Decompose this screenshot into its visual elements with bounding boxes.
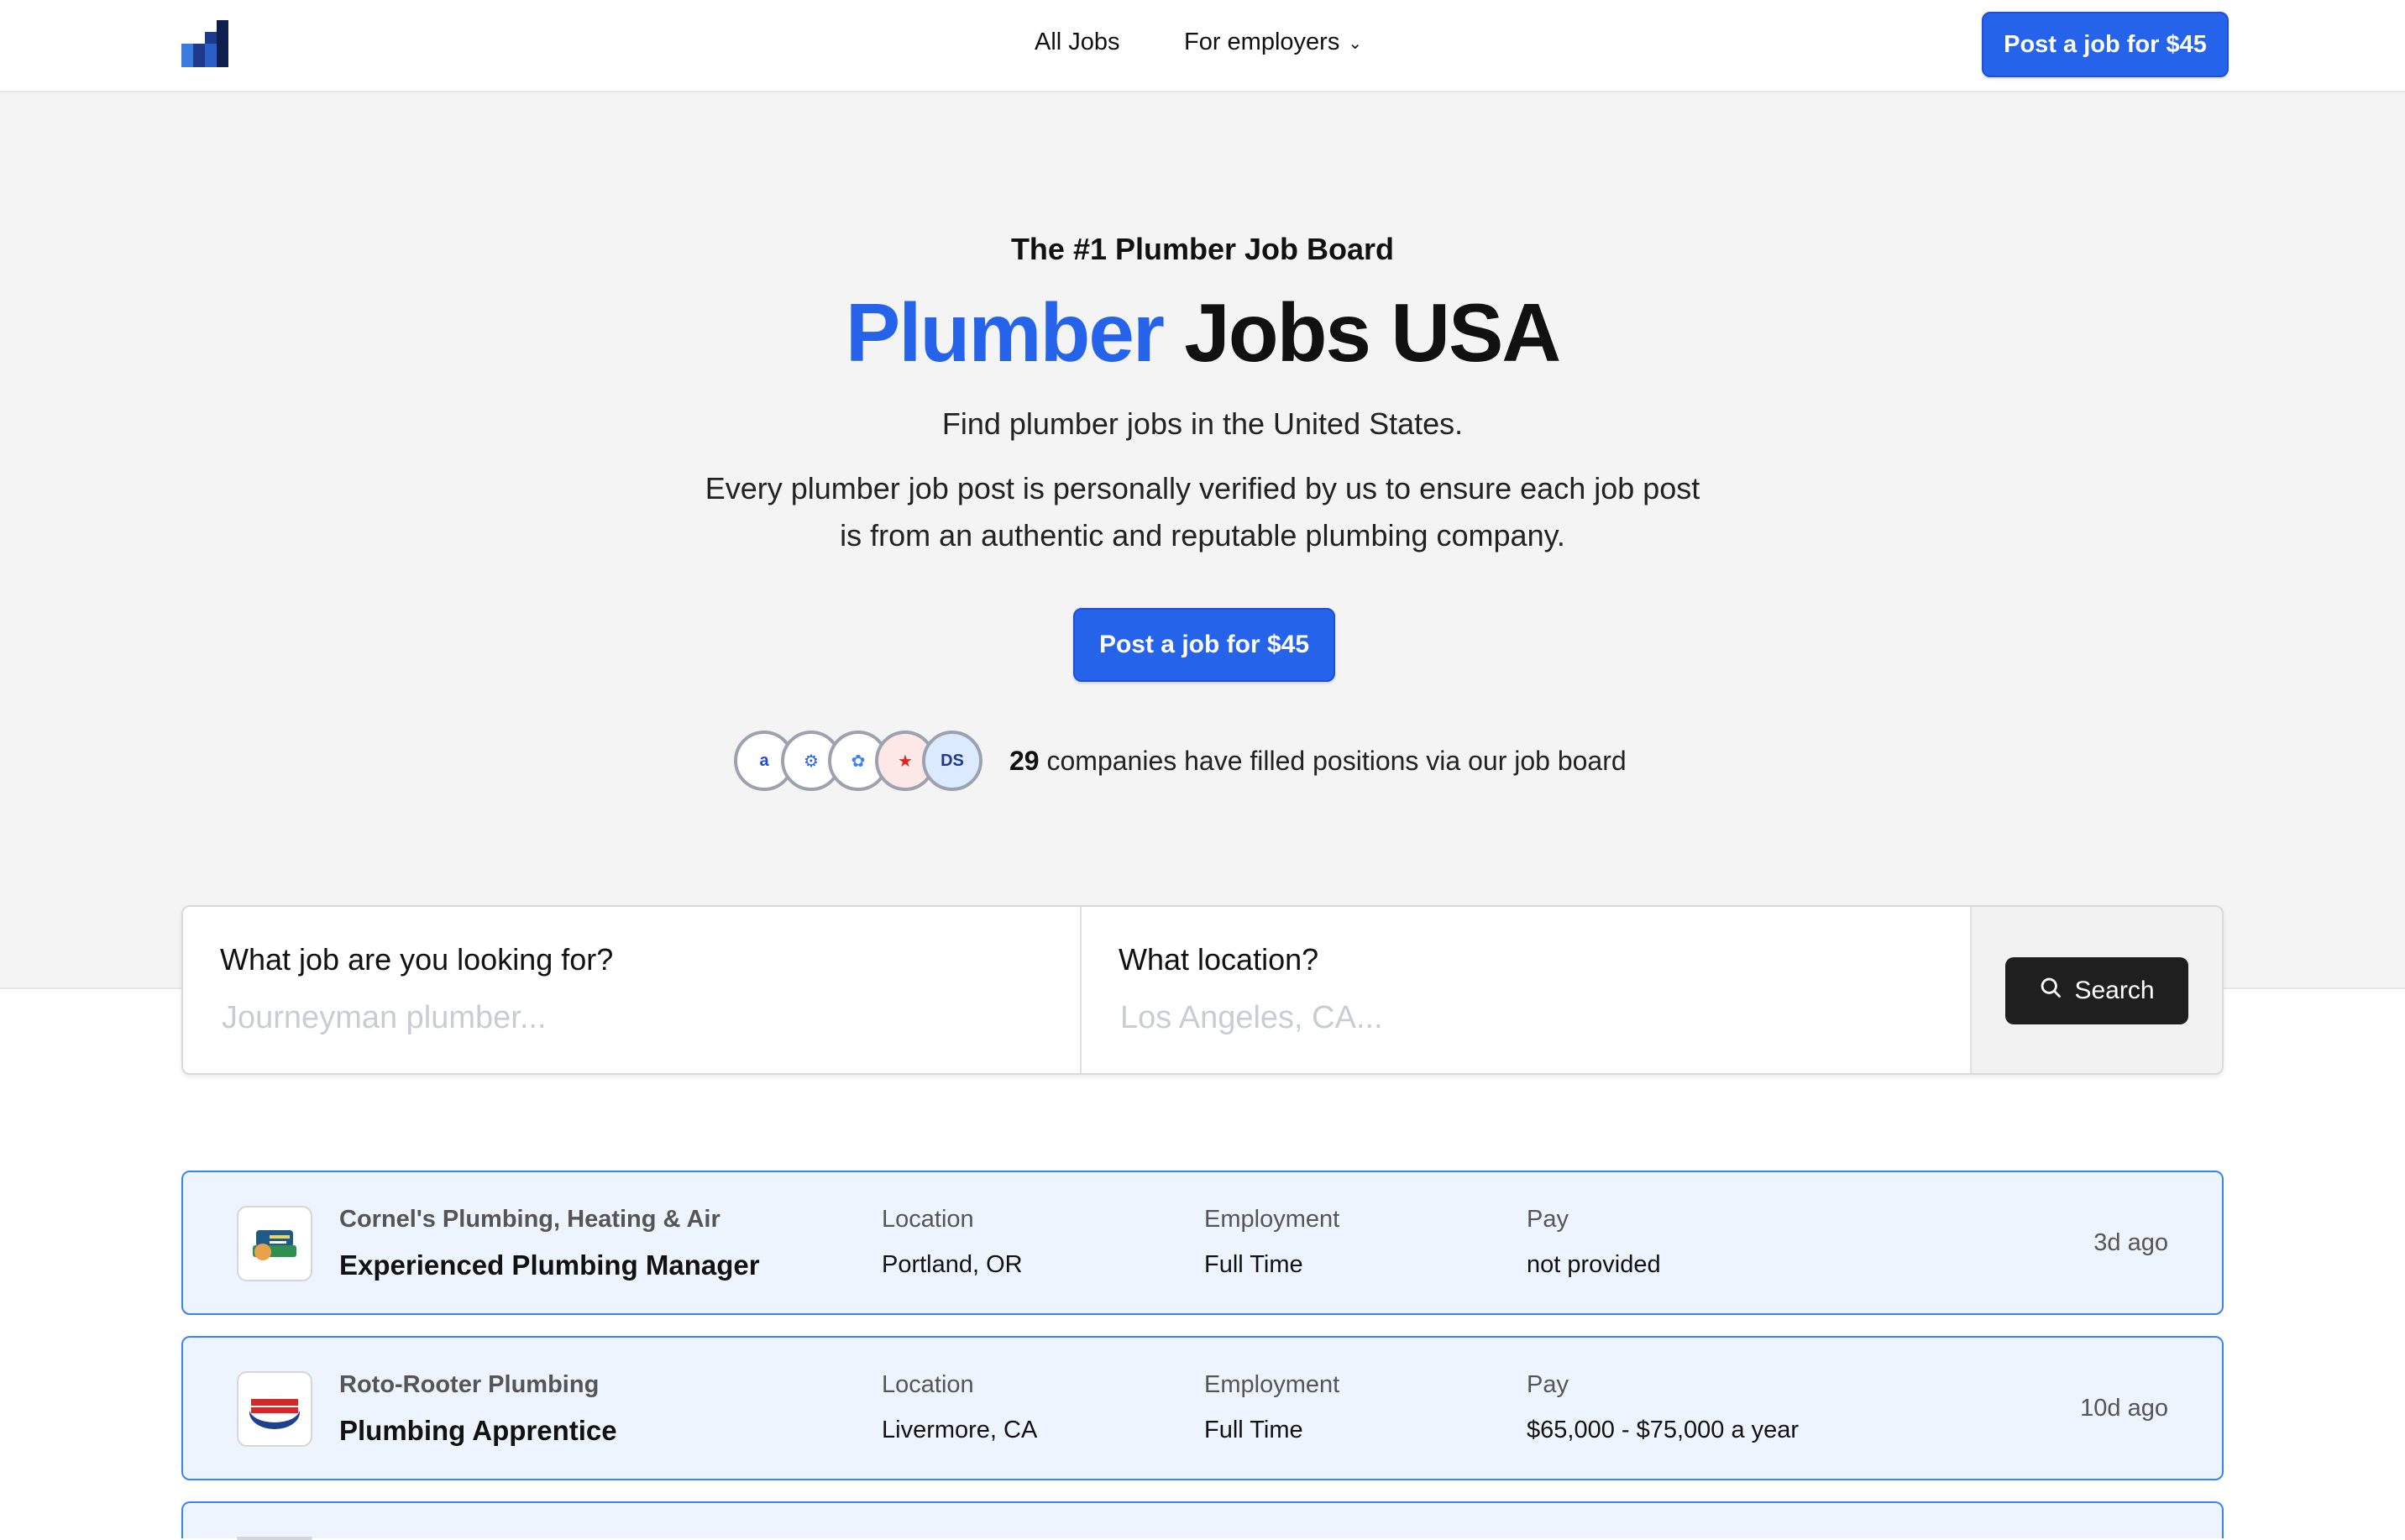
job-title: Experienced Plumbing Manager (339, 1249, 760, 1281)
social-proof-count: 29 (1009, 746, 1040, 776)
job-location-label: Location (882, 1371, 974, 1398)
nav-for-employers-label: For employers (1184, 29, 1340, 55)
job-title: Plumbing Apprentice (339, 1415, 617, 1446)
nav-for-employers[interactable]: For employers ⌄ (1184, 29, 1362, 56)
search-button-label: Search (2074, 977, 2155, 1004)
hero-tagline: The #1 Plumber Job Board (1010, 232, 1395, 266)
job-pay-label: Pay (1527, 1206, 1569, 1233)
location-search-input[interactable] (1119, 999, 1878, 1037)
job-posted-age: 3d ago (2093, 1229, 2168, 1256)
nav-all-jobs[interactable]: All Jobs (1035, 29, 1120, 56)
company-logo (237, 1206, 312, 1281)
chevron-down-icon: ⌄ (1348, 34, 1363, 53)
job-pay: $65,000 - $75,000 a year (1527, 1417, 1800, 1443)
search-button[interactable]: Search (2005, 957, 2188, 1024)
job-posted-age: 10d ago (2080, 1395, 2168, 1422)
company-logo (237, 1371, 312, 1447)
job-pay-label: Pay (1527, 1371, 1569, 1398)
job-card[interactable]: Roto-Rooter Plumbing Plumbing Apprentice… (181, 1336, 2224, 1480)
job-card[interactable]: Cornel's Plumbing, Heating & Air Experie… (181, 1171, 2224, 1315)
job-company: Roto-Rooter Plumbing (339, 1371, 600, 1398)
header-post-job-button[interactable]: Post a job for $45 (1982, 12, 2229, 77)
job-search-field: What job are you looking for? (183, 907, 1080, 1073)
social-proof: 29 companies have filled positions via o… (1009, 746, 1627, 777)
job-search-input[interactable] (220, 999, 979, 1037)
job-location: Portland, OR (882, 1251, 1023, 1278)
company-avatar: DS (922, 731, 982, 791)
location-search-label: What location? (1119, 942, 1319, 977)
job-employment: Full Time (1204, 1251, 1303, 1278)
location-search-field: What location? (1082, 907, 1972, 1073)
job-card[interactable] (181, 1501, 2224, 1540)
job-search-label: What job are you looking for? (220, 942, 614, 977)
job-company: Cornel's Plumbing, Heating & Air (339, 1206, 720, 1233)
job-location-label: Location (882, 1206, 974, 1233)
hero-subtitle: Find plumber jobs in the United States. (941, 406, 1464, 441)
job-employment-label: Employment (1204, 1206, 1340, 1233)
company-logo (237, 1537, 312, 1540)
site-logo[interactable] (181, 20, 230, 67)
company-avatars: a ⚙ ✿ ★ DS (734, 731, 994, 798)
job-pay: not provided (1527, 1251, 1661, 1278)
job-employment: Full Time (1204, 1417, 1303, 1443)
hero-post-job-button[interactable]: Post a job for $45 (1073, 608, 1335, 682)
social-proof-text: companies have filled positions via our … (1046, 746, 1627, 776)
search-icon (2039, 976, 2062, 1006)
hero-title-accent: Plumber (845, 286, 1165, 379)
hero-title: Plumber Jobs USA (0, 285, 2405, 380)
search-button-area: Search (1972, 907, 2222, 1073)
job-location: Livermore, CA (882, 1417, 1038, 1443)
hero-title-rest: Jobs USA (1184, 286, 1561, 379)
job-employment-label: Employment (1204, 1371, 1340, 1398)
search-bar: What job are you looking for? What locat… (181, 905, 2224, 1075)
hero-description: Every plumber job post is personally ver… (705, 471, 1700, 553)
